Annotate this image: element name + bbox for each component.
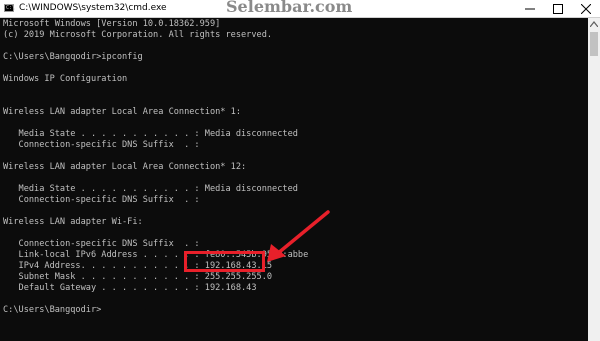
cmd-window: C:\ C:\WINDOWS\system32\cmd.exe Selembar…	[0, 0, 600, 341]
annotation-arrow-icon	[267, 210, 330, 262]
